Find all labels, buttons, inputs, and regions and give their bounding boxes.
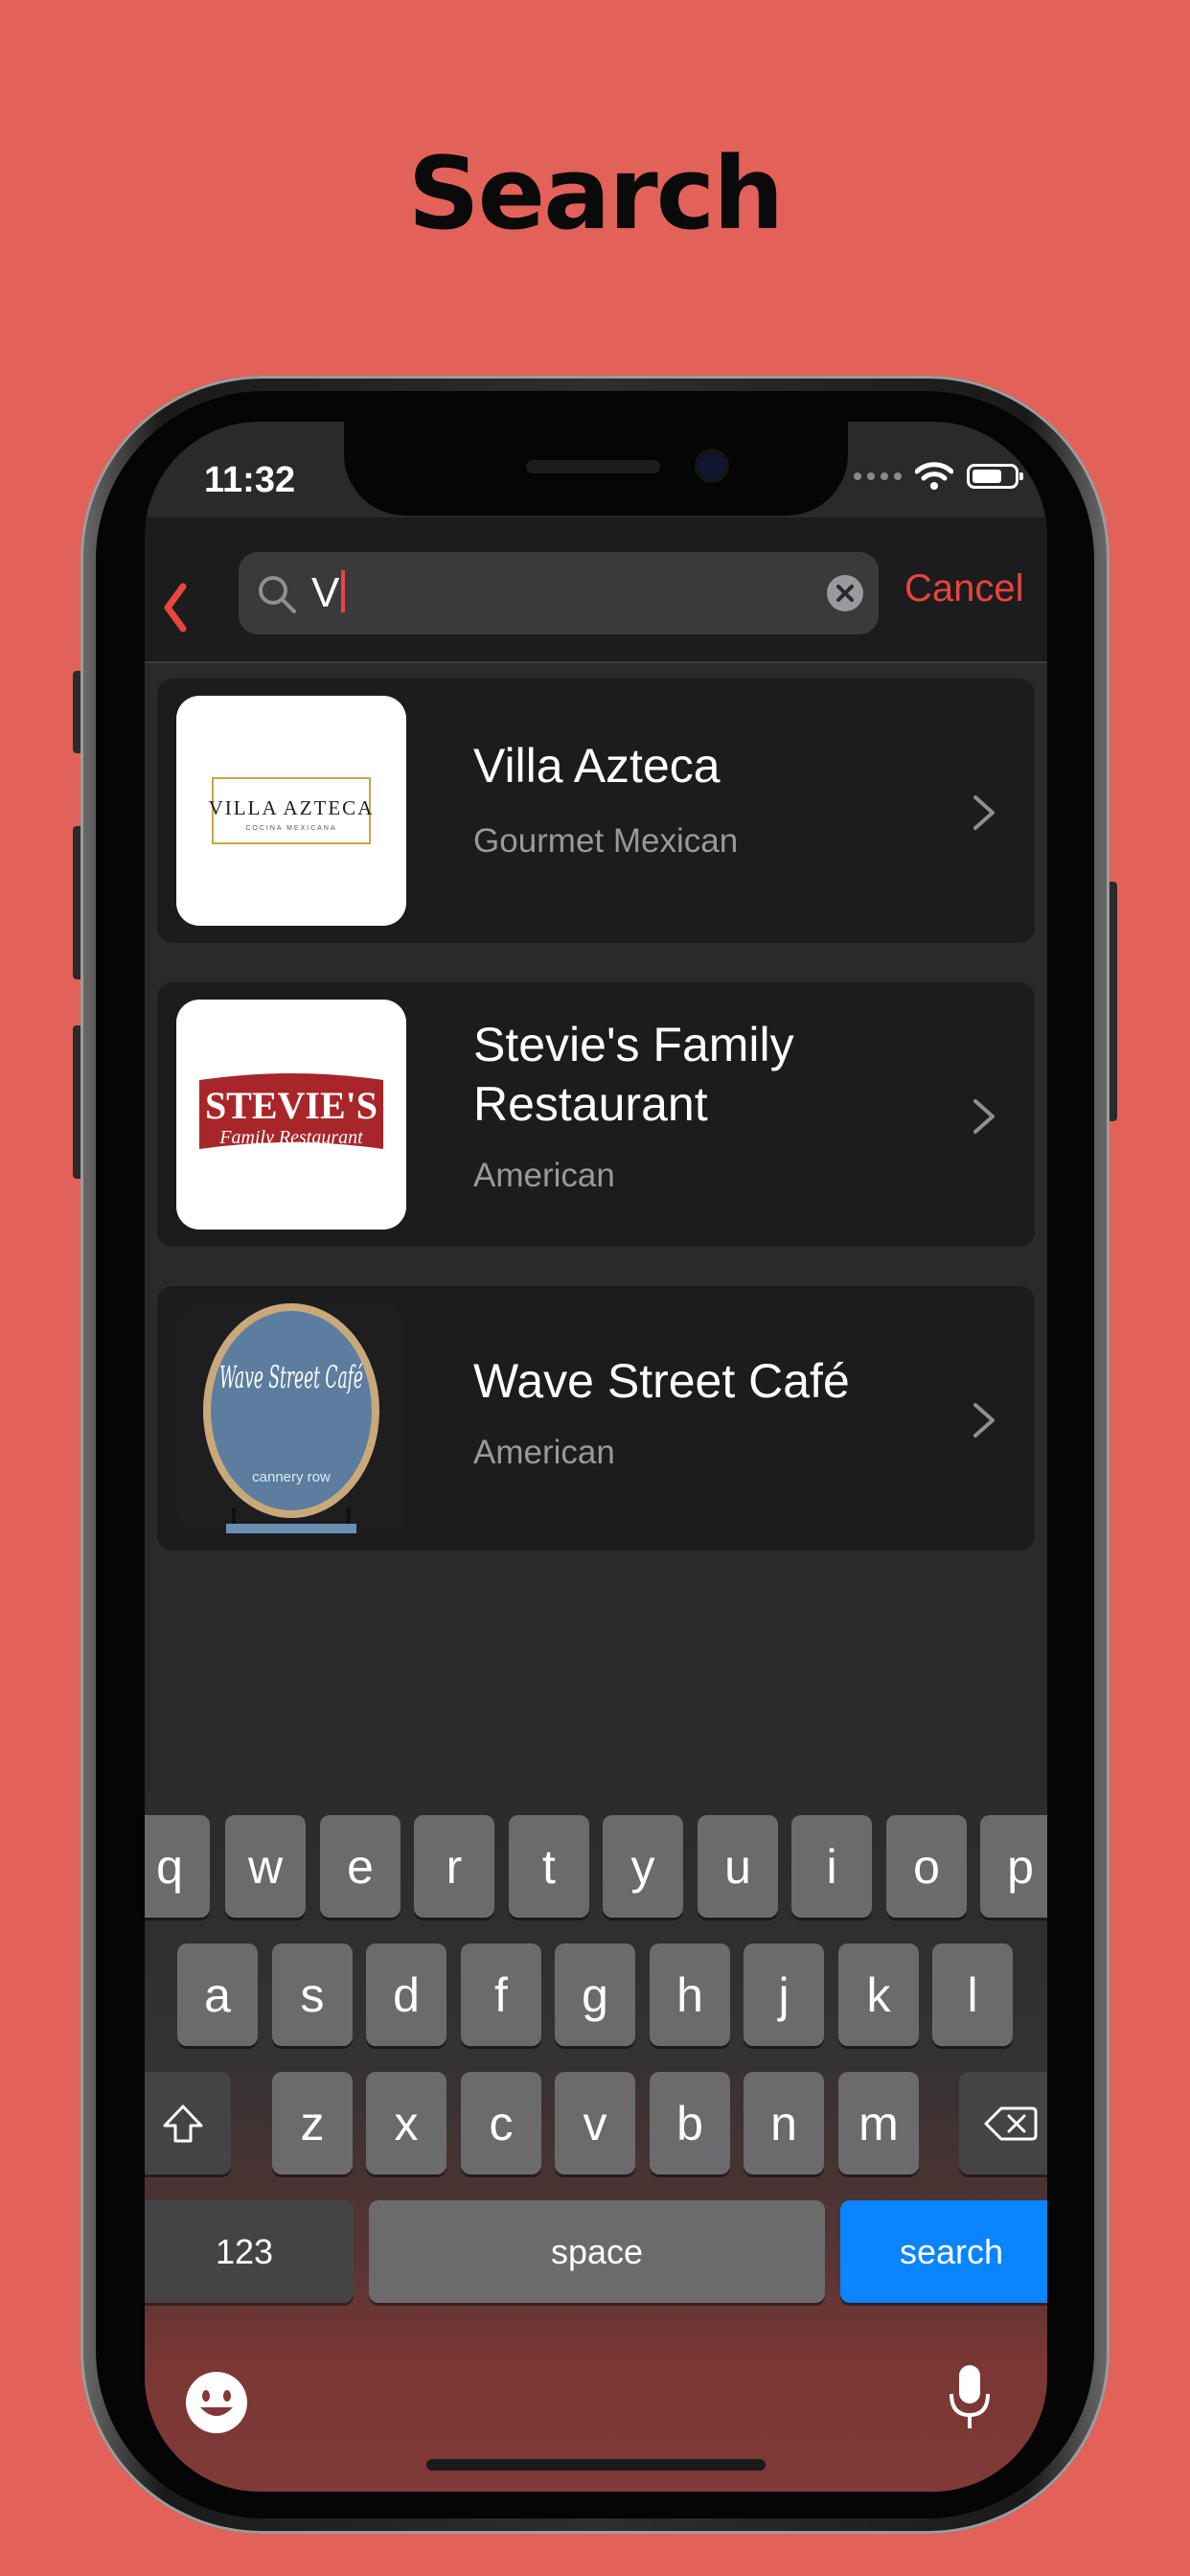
result-row[interactable]: Wave Street Café cannery row Wave Street…	[157, 1286, 1035, 1551]
key-s[interactable]: s	[272, 1944, 353, 2046]
front-camera	[698, 452, 725, 479]
logo-subtext: cannery row	[252, 1469, 331, 1485]
search-key[interactable]: search	[840, 2200, 1047, 2303]
emoji-button[interactable]	[183, 2369, 250, 2436]
space-key[interactable]: space	[369, 2200, 825, 2303]
restaurant-logo: STEVIE'S Family Restaurant	[176, 1000, 406, 1230]
status-icons	[854, 462, 1023, 491]
logo-subtext: COCINA MEXICANA	[245, 825, 336, 832]
restaurant-cuisine: American	[473, 1434, 615, 1471]
key-a[interactable]: a	[177, 1944, 258, 2046]
key-j[interactable]: j	[744, 1944, 824, 2046]
key-r[interactable]: r	[414, 1815, 494, 1918]
restaurant-name: Villa Azteca	[473, 739, 721, 793]
backspace-icon	[984, 2106, 1038, 2140]
phone-screen: 11:32 V Cancel VILLA AZTECA COCINA MEXIC…	[145, 422, 1047, 2492]
key-u[interactable]: u	[698, 1815, 778, 1918]
shift-icon	[163, 2104, 203, 2142]
restaurant-name: Stevie's Family Restaurant	[473, 1018, 794, 1131]
search-input[interactable]: V	[239, 552, 879, 634]
restaurant-cuisine: Gourmet Mexican	[473, 822, 739, 860]
key-g[interactable]: g	[555, 1944, 635, 2046]
cellular-signal-icon	[854, 472, 902, 480]
key-d[interactable]: d	[366, 1944, 446, 2046]
notch	[344, 422, 848, 516]
key-b[interactable]: b	[650, 2072, 730, 2174]
key-w[interactable]: w	[225, 1815, 306, 1918]
key-c[interactable]: c	[461, 2072, 541, 2174]
logo-text: STEVIE'S	[205, 1084, 378, 1127]
key-h[interactable]: h	[650, 1944, 730, 2046]
chevron-right-icon	[973, 1403, 995, 1438]
logo-subtext: Family Restaurant	[218, 1127, 363, 1148]
search-icon	[259, 576, 296, 613]
result-row[interactable]: STEVIE'S Family Restaurant Stevie's Fami…	[157, 982, 1035, 1247]
page-headline: Search	[407, 135, 785, 252]
key-m[interactable]: m	[838, 2072, 919, 2174]
back-button[interactable]	[145, 565, 202, 632]
shift-key[interactable]	[145, 2072, 231, 2174]
close-icon	[836, 585, 854, 602]
wifi-icon	[915, 462, 953, 490]
key-f[interactable]: f	[461, 1944, 541, 2046]
home-indicator[interactable]	[426, 2459, 766, 2471]
key-k[interactable]: k	[838, 1944, 919, 2046]
key-t[interactable]: t	[509, 1815, 589, 1918]
clear-search-button[interactable]	[827, 575, 863, 611]
cancel-button[interactable]: Cancel	[904, 567, 1024, 610]
key-v[interactable]: v	[555, 2072, 635, 2174]
key-l[interactable]: l	[932, 1944, 1013, 2046]
restaurant-logo: VILLA AZTECA COCINA MEXICANA	[176, 696, 406, 926]
search-query-text: V	[311, 569, 346, 617]
dictation-button[interactable]	[946, 2361, 994, 2438]
delete-key[interactable]	[959, 2072, 1047, 2174]
key-z[interactable]: z	[272, 2072, 353, 2174]
keyboard: q w e r t y u i o p a s d f g h j k l z …	[145, 1794, 1047, 2492]
chevron-right-icon	[973, 795, 995, 830]
key-x[interactable]: x	[366, 2072, 446, 2174]
restaurant-logo: Wave Street Café cannery row	[176, 1303, 406, 1533]
result-row[interactable]: VILLA AZTECA COCINA MEXICANA Villa Aztec…	[157, 678, 1035, 943]
logo-text: Wave Street Café	[219, 1359, 363, 1395]
battery-icon	[967, 464, 1023, 489]
key-o[interactable]: o	[886, 1815, 967, 1918]
key-e[interactable]: e	[320, 1815, 400, 1918]
restaurant-name: Wave Street Café	[473, 1354, 850, 1408]
key-n[interactable]: n	[744, 2072, 824, 2174]
logo-text: VILLA AZTECA	[209, 796, 375, 819]
chevron-right-icon	[973, 1099, 995, 1134]
restaurant-cuisine: American	[473, 1157, 615, 1194]
key-y[interactable]: y	[603, 1815, 683, 1918]
chevron-left-icon	[164, 583, 187, 632]
key-p[interactable]: p	[980, 1815, 1047, 1918]
emoji-icon	[186, 2372, 247, 2433]
key-i[interactable]: i	[791, 1815, 872, 1918]
key-q[interactable]: q	[145, 1815, 210, 1918]
status-time: 11:32	[204, 460, 296, 500]
text-cursor	[341, 570, 346, 612]
microphone-icon	[950, 2365, 990, 2428]
speaker-grille	[526, 460, 660, 473]
numbers-key[interactable]: 123	[145, 2200, 354, 2303]
